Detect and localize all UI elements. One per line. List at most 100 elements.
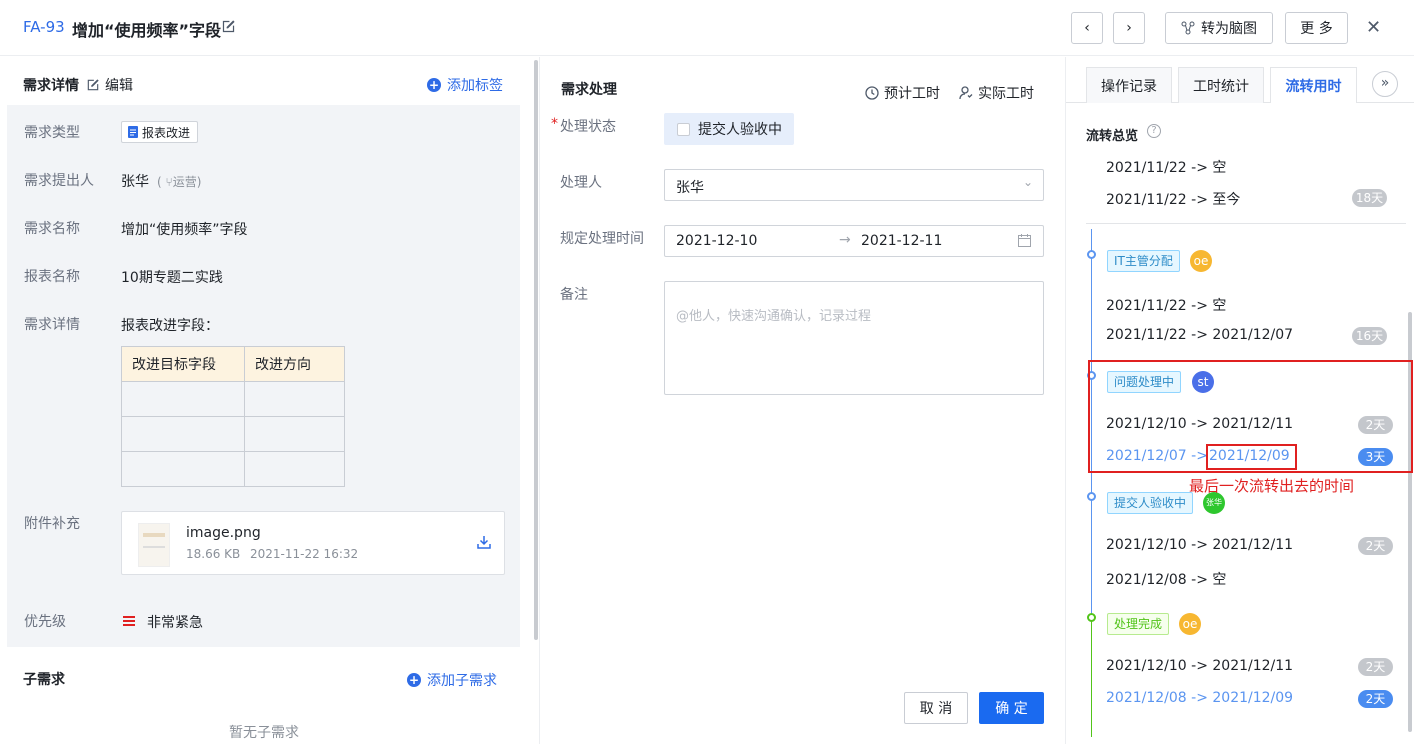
priority-value: 非常紧急	[147, 615, 203, 631]
arrow-right-icon: →	[839, 232, 851, 248]
flow-row: 2021/12/08 -> 2021/12/09	[1106, 690, 1294, 706]
proposer-label: 需求提出人	[24, 173, 94, 189]
next-button[interactable]: ›	[1113, 12, 1145, 44]
stage-tag: IT主管分配	[1107, 250, 1180, 272]
attachment-size: 18.66 KB	[186, 547, 241, 561]
stage-tag: 提交人验收中	[1107, 492, 1194, 514]
more-label: 更 多	[1300, 21, 1333, 37]
edit-detail-button[interactable]: 编辑	[86, 75, 133, 95]
add-tag-label: 添加标签	[447, 78, 503, 94]
edit-title-icon[interactable]	[221, 19, 236, 34]
note-label: 备注	[560, 287, 588, 303]
issue-title: 增加“使用频率”字段	[72, 21, 222, 40]
days-badge: 2天	[1358, 690, 1393, 708]
flow-row: 2021/12/08 -> 空	[1106, 572, 1227, 588]
table-header: 改进目标字段	[121, 346, 245, 382]
process-title: 需求处理	[561, 82, 617, 98]
tab-hours-stats[interactable]: 工时统计	[1178, 67, 1264, 103]
type-label: 需求类型	[24, 125, 80, 141]
days-badge: 2天	[1358, 537, 1393, 555]
add-sub-button[interactable]: + 添加子需求	[407, 670, 497, 690]
timeline-line-done	[1091, 617, 1092, 737]
detail-value: 报表改进字段：	[121, 318, 219, 334]
start-date[interactable]: 2021-12-10	[676, 233, 757, 249]
priority-urgent-icon	[123, 616, 135, 626]
report-label: 报表名称	[24, 269, 80, 285]
proposer-dept-value: 运营	[172, 175, 197, 189]
edit-label: 编辑	[105, 78, 133, 94]
confirm-label: 确 定	[995, 701, 1028, 717]
sub-section-title: 子需求	[23, 672, 65, 688]
table-cell[interactable]	[121, 451, 245, 487]
annotation-text: 最后一次流转出去的时间	[1189, 477, 1355, 495]
attachment-card[interactable]: image.png 18.66 KB 2021-11-22 16:32	[121, 511, 505, 575]
table-cell[interactable]	[121, 416, 245, 452]
cancel-button[interactable]: 取 消	[904, 692, 968, 724]
table-row	[121, 416, 345, 452]
detail-section-title: 需求详情	[23, 78, 79, 94]
plus-circle-icon: +	[407, 673, 421, 687]
note-textarea[interactable]: @他人，快速沟通确认，记录过程	[664, 281, 1044, 395]
attachment-thumbnail	[138, 523, 170, 567]
flow-row: 2021/11/22 -> 2021/12/07	[1106, 327, 1294, 343]
required-mark: *	[551, 116, 558, 132]
add-tag-button[interactable]: + 添加标签	[427, 75, 503, 95]
table-cell[interactable]	[244, 451, 345, 487]
avatar: oe	[1179, 613, 1201, 635]
act-hours-button[interactable]: 实际工时	[959, 83, 1034, 103]
table-cell[interactable]	[244, 416, 345, 452]
est-hours-button[interactable]: 预计工时	[865, 83, 940, 103]
chevron-right-icon: ›	[1126, 20, 1132, 36]
days-badge: 2天	[1358, 658, 1393, 676]
report-link[interactable]: 10期专题二实践	[121, 267, 223, 287]
table-row	[121, 451, 345, 487]
status-label: 处理状态	[560, 119, 616, 135]
table-row	[121, 381, 345, 417]
edit-icon	[87, 79, 99, 91]
issue-id[interactable]: FA-93	[23, 18, 65, 36]
close-icon[interactable]: ✕	[1366, 17, 1381, 38]
prev-button[interactable]: ‹	[1071, 12, 1103, 44]
tab-operation-log[interactable]: 操作记录	[1086, 67, 1172, 103]
note-placeholder: @他人，快速沟通确认，记录过程	[676, 309, 872, 324]
double-chevron-right-icon[interactable]: »	[1372, 71, 1398, 97]
document-icon	[128, 126, 138, 138]
table-header: 改进方向	[244, 346, 345, 382]
chevron-left-icon: ‹	[1084, 20, 1090, 36]
confirm-button[interactable]: 确 定	[979, 692, 1044, 724]
download-icon[interactable]	[477, 535, 491, 549]
detail-label: 需求详情	[24, 317, 80, 333]
table-cell[interactable]	[121, 381, 245, 417]
mindmap-icon	[1181, 21, 1195, 35]
annotation-box-small	[1206, 444, 1297, 470]
flow-row: 2021/12/10 -> 2021/12/11	[1106, 658, 1294, 674]
avatar: oe	[1190, 250, 1212, 272]
timeline-dot	[1087, 492, 1096, 501]
checkbox-box[interactable]	[677, 122, 690, 136]
table-cell[interactable]	[244, 381, 345, 417]
days-badge: 18天	[1352, 189, 1387, 207]
proposer-dept: ( ⑂运营)	[157, 175, 202, 189]
clock-icon	[865, 86, 879, 100]
improve-table: 改进目标字段 改进方向	[121, 346, 345, 487]
drawer-header: FA-93 增加“使用频率”字段 ‹ › 转为脑图 更 多 ✕	[0, 0, 1414, 56]
name-label: 需求名称	[24, 221, 80, 237]
left-scrollbar[interactable]	[534, 60, 538, 640]
mindmap-button[interactable]: 转为脑图	[1165, 12, 1273, 44]
act-hours-label: 实际工时	[978, 86, 1034, 102]
flow-row: 2021/11/22 -> 空	[1106, 298, 1227, 314]
empty-sub: 暂无子需求	[229, 725, 299, 741]
handler-label: 处理人	[560, 175, 602, 191]
status-checkbox[interactable]: 提交人验收中	[664, 113, 794, 145]
handler-select[interactable]: 张华 ⌄	[664, 169, 1044, 201]
tab-flow-time[interactable]: 流转用时	[1270, 67, 1357, 103]
mindmap-label: 转为脑图	[1201, 21, 1257, 37]
date-range-picker[interactable]: 2021-12-10 → 2021-12-11	[664, 225, 1044, 257]
flow-row: 2021/12/10 -> 2021/12/11	[1106, 537, 1294, 553]
more-button[interactable]: 更 多	[1285, 12, 1348, 44]
timeline-dot	[1087, 613, 1096, 622]
help-icon[interactable]: ?	[1147, 124, 1161, 138]
chevron-down-icon: ⌄	[1022, 175, 1033, 189]
end-date[interactable]: 2021-12-11	[861, 233, 942, 249]
tab-label: 流转用时	[1285, 78, 1342, 95]
